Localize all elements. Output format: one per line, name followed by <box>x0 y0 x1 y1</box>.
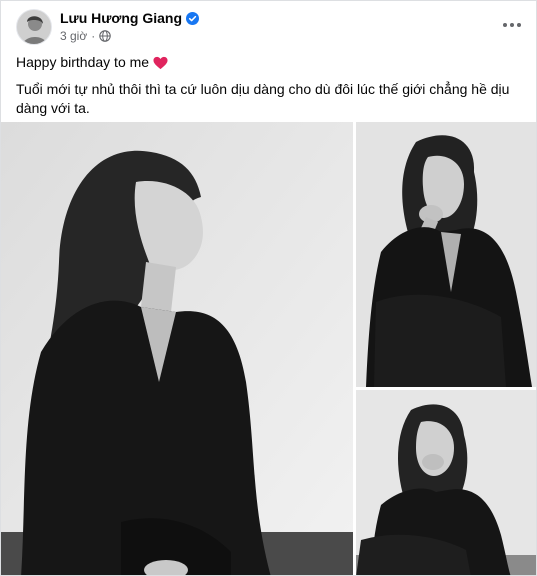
photo-main[interactable] <box>1 122 353 575</box>
avatar-image <box>17 10 51 44</box>
red-heart-icon <box>153 56 168 70</box>
post-text-greeting: Happy birthday to me <box>16 54 150 70</box>
photo-top-right-image <box>356 122 536 387</box>
post-timestamp[interactable]: 3 giờ <box>60 29 87 43</box>
globe-icon[interactable] <box>99 30 111 42</box>
verified-check-icon <box>186 11 199 25</box>
more-horizontal-icon <box>503 23 521 27</box>
author-line: Lưu Hương Giang <box>60 9 199 27</box>
photo-top-right[interactable] <box>356 122 536 387</box>
photo-bottom-right-image <box>356 390 536 575</box>
more-options-button[interactable] <box>498 11 526 39</box>
post-text-message: Tuổi mới tự nhủ thôi thì ta cứ luôn dịu … <box>16 81 510 116</box>
author-avatar[interactable] <box>16 9 52 45</box>
meta-separator: · <box>91 29 96 43</box>
post-text: Happy birthday to me Tuổi mới tự nhủ thô… <box>16 53 526 118</box>
photo-bottom-right[interactable] <box>356 390 536 575</box>
post-text-line-1: Happy birthday to me <box>16 53 526 72</box>
post-meta: 3 giờ · <box>60 28 111 44</box>
author-name[interactable]: Lưu Hương Giang <box>60 9 182 27</box>
photo-main-image <box>1 122 353 575</box>
post-header: Lưu Hương Giang 3 giờ · <box>1 1 536 49</box>
photo-grid <box>1 122 536 575</box>
facebook-post: Lưu Hương Giang 3 giờ · Happy birthday t… <box>0 0 537 576</box>
